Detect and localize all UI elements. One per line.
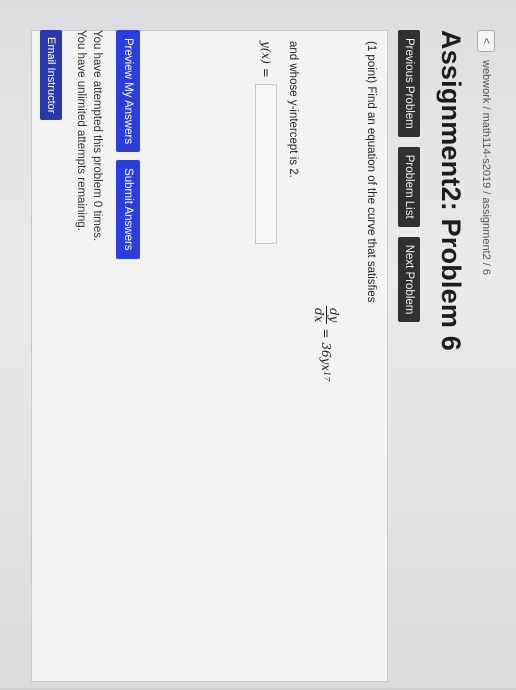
- fraction-numerator: dy: [326, 306, 341, 325]
- webwork-page: < webwork / math114-s2019 / assignment2 …: [30, 30, 500, 690]
- breadcrumb-path[interactable]: webwork / math114-s2019 / assignment2 / …: [480, 60, 492, 275]
- differential-equation: dy dx = 36yx 17: [312, 306, 341, 381]
- preview-answers-button[interactable]: Preview My Answers: [116, 30, 140, 153]
- equation-rhs: = 36yx: [319, 328, 334, 372]
- derivative-fraction: dy dx: [312, 306, 341, 325]
- problem-prompt: (1 point) Find an equation of the curve …: [365, 41, 377, 303]
- breadcrumb: < webwork / math114-s2019 / assignment2 …: [472, 30, 500, 670]
- answer-actions: Preview My Answers Submit Answers: [116, 30, 140, 259]
- previous-problem-button[interactable]: Previous Problem: [398, 30, 420, 137]
- attempted-text: You have attempted this problem 0 times.: [91, 30, 103, 242]
- intercept-text: and whose y-intercept is 2.: [287, 41, 299, 178]
- back-button[interactable]: <: [477, 30, 495, 52]
- page-title: Assignment2: Problem 6: [436, 30, 466, 351]
- answer-row: y(x) =: [255, 41, 277, 244]
- email-instructor-button[interactable]: Email Instructor: [40, 30, 62, 121]
- next-problem-button[interactable]: Next Problem: [398, 236, 420, 323]
- equation-exponent: 17: [322, 371, 331, 382]
- chevron-left-icon: <: [480, 37, 492, 45]
- remaining-text: You have unlimited attempts remaining.: [75, 30, 87, 231]
- answer-label: y(x) =: [259, 41, 273, 78]
- problem-nav: Previous Problem Problem List Next Probl…: [398, 30, 420, 323]
- fraction-denominator: dx: [312, 308, 326, 323]
- screen: < webwork / math114-s2019 / assignment2 …: [0, 0, 516, 688]
- attempt-status: You have attempted this problem 0 times.…: [73, 30, 105, 241]
- problem-list-button[interactable]: Problem List: [398, 146, 420, 227]
- answer-input[interactable]: [255, 83, 277, 244]
- submit-answers-button[interactable]: Submit Answers: [116, 160, 140, 259]
